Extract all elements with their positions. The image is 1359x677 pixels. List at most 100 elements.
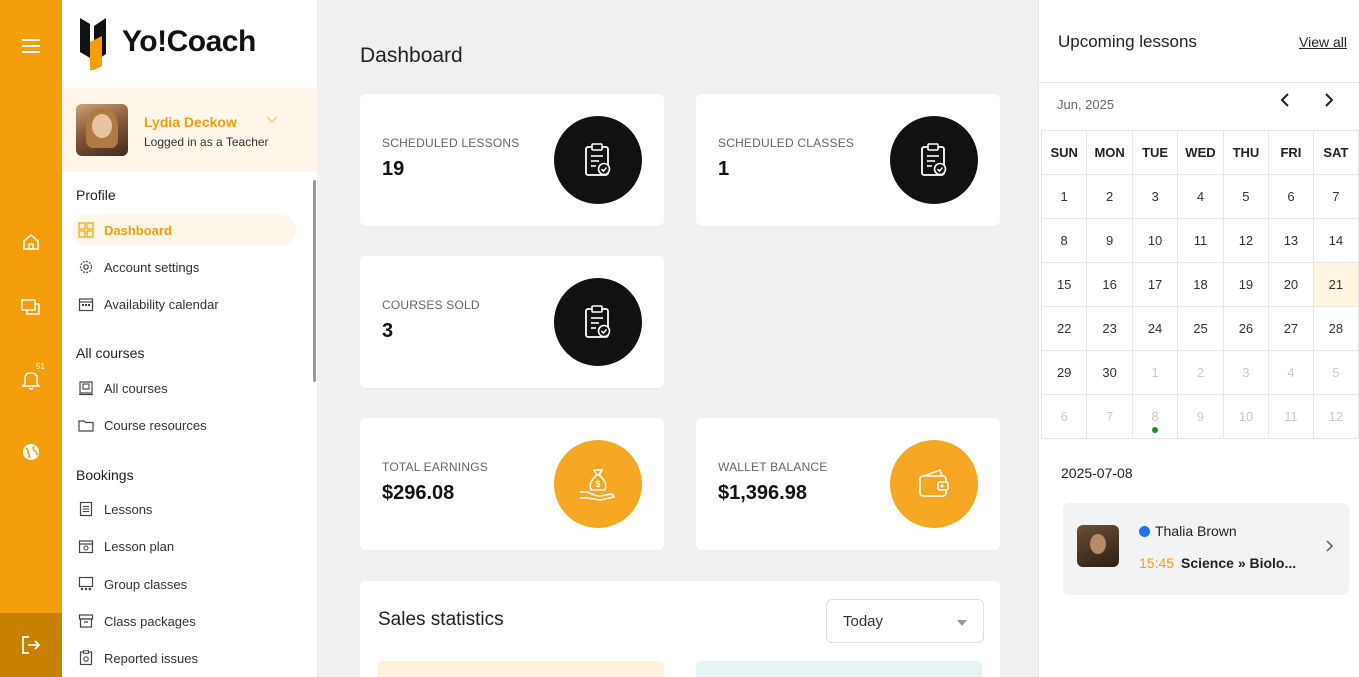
calendar-day[interactable]: 14 (1312, 218, 1359, 263)
weekday-header: FRI (1268, 130, 1314, 175)
sidebar-item-course-resources[interactable]: Course resources (72, 409, 296, 441)
sidebar-item-lessons[interactable]: Lessons (72, 493, 296, 525)
sidebar-item-label: Account settings (104, 259, 200, 275)
sidebar-scrollbar[interactable] (313, 180, 316, 382)
calendar-day[interactable]: 2 (1086, 174, 1133, 219)
clipboard-check-icon (554, 116, 642, 204)
calendar-day[interactable]: 7 (1312, 174, 1359, 219)
calendar-day[interactable]: 4 (1177, 174, 1224, 219)
calendar-day-next-month[interactable]: 3 (1222, 350, 1270, 395)
sidebar-item-lesson-plan[interactable]: Lesson plan (72, 530, 296, 562)
calendar-day[interactable]: 22 (1040, 306, 1088, 351)
calendar-day[interactable]: 5 (1222, 174, 1270, 219)
calendar-day[interactable]: 19 (1222, 262, 1270, 307)
clipboard-check-icon (890, 116, 978, 204)
calendar-day[interactable]: 29 (1040, 350, 1088, 395)
group-classes-icon (78, 576, 94, 592)
upcoming-lessons-title: Upcoming lessons (1058, 32, 1197, 51)
calendar-day[interactable]: 30 (1086, 350, 1133, 395)
stat-card-courses-sold[interactable]: COURSES SOLD 3 (360, 256, 664, 388)
chevron-down-icon[interactable] (266, 116, 278, 127)
calendar-day[interactable]: 3 (1131, 174, 1179, 219)
calendar-day[interactable]: 26 (1222, 306, 1270, 351)
chevron-right-icon[interactable] (1323, 92, 1335, 112)
sidebar-item-all-courses[interactable]: All courses (72, 372, 296, 404)
packages-icon (78, 613, 94, 629)
calendar-day[interactable]: 16 (1086, 262, 1133, 307)
calendar-day-next-month[interactable]: 2 (1177, 350, 1224, 395)
calendar-day[interactable]: 20 (1268, 262, 1314, 307)
messages-icon[interactable] (0, 290, 62, 326)
calendar-day-next-month[interactable]: 12 (1312, 394, 1359, 439)
calendar-day[interactable]: 18 (1177, 262, 1224, 307)
calendar-day[interactable]: 27 (1268, 306, 1314, 351)
calendar-day-today[interactable]: 21 (1312, 262, 1359, 307)
calendar-day[interactable]: 11 (1177, 218, 1224, 263)
calendar-day-next-month[interactable]: 5 (1312, 350, 1359, 395)
calendar-day[interactable]: 25 (1177, 306, 1224, 351)
divider (1039, 82, 1359, 83)
view-all-link[interactable]: View all (1299, 34, 1347, 50)
calendar-day[interactable]: 1 (1040, 174, 1088, 219)
sales-metric-panel (696, 661, 982, 677)
brand-logo[interactable]: Yo!Coach (76, 14, 256, 70)
logo-icon (80, 18, 106, 70)
weekday-header: SUN (1040, 130, 1088, 175)
home-icon[interactable] (0, 224, 62, 260)
sidebar-item-group-classes[interactable]: Group classes (72, 568, 296, 600)
caret-down-icon (957, 613, 967, 630)
menu-icon[interactable] (0, 28, 62, 64)
calendar-day-next-month[interactable]: 6 (1040, 394, 1088, 439)
clipboard-check-icon (554, 278, 642, 366)
svg-text:$: $ (595, 479, 600, 489)
dashboard-icon (78, 222, 94, 238)
calendar-day-next-month[interactable]: 10 (1222, 394, 1270, 439)
stat-label: COURSES SOLD (382, 298, 480, 312)
calendar-day-next-month[interactable]: 4 (1268, 350, 1314, 395)
calendar-day[interactable]: 10 (1131, 218, 1179, 263)
sidebar-item-label: Availability calendar (104, 296, 219, 312)
calendar-day[interactable]: 17 (1131, 262, 1179, 307)
chevron-right-icon[interactable] (1325, 539, 1333, 555)
sidebar-item-reported-issues[interactable]: Reported issues (72, 642, 296, 674)
calendar-day[interactable]: 9 (1086, 218, 1133, 263)
chevron-left-icon[interactable] (1279, 92, 1291, 112)
bell-icon[interactable]: 51 (0, 362, 62, 398)
sidebar-item-account-settings[interactable]: Account settings (72, 251, 296, 283)
section-title-bookings: Bookings (76, 467, 134, 483)
sidebar-item-availability-calendar[interactable]: Availability calendar (72, 288, 296, 320)
calendar-day-with-lesson[interactable]: 8 (1131, 394, 1179, 439)
sidebar-item-class-packages[interactable]: Class packages (72, 605, 296, 637)
calendar-day-next-month[interactable]: 11 (1268, 394, 1314, 439)
logout-button[interactable] (0, 613, 62, 677)
sidebar-item-label: Course resources (104, 417, 207, 433)
logout-icon (22, 636, 41, 654)
avatar (1077, 525, 1119, 567)
calendar-day[interactable]: 15 (1040, 262, 1088, 307)
globe-icon[interactable] (0, 434, 62, 470)
user-profile-card[interactable]: Lydia Deckow Logged in as a Teacher (62, 88, 317, 172)
calendar-day[interactable]: 12 (1222, 218, 1270, 263)
period-select[interactable]: Today (826, 599, 984, 643)
stat-card-scheduled-classes[interactable]: SCHEDULED CLASSES 1 (696, 94, 1000, 226)
calendar-day[interactable]: 8 (1040, 218, 1088, 263)
section-title-profile: Profile (76, 187, 116, 203)
stat-card-total-earnings[interactable]: TOTAL EARNINGS $296.08 $ (360, 418, 664, 550)
avatar (76, 104, 128, 156)
upcoming-lesson-card[interactable]: Thalia Brown 15:45 Science » Biolo... (1063, 503, 1349, 595)
sidebar-item-label: Lessons (104, 501, 153, 517)
calendar-day[interactable]: 28 (1312, 306, 1359, 351)
weekday-header: TUE (1131, 130, 1179, 175)
calendar-day-next-month[interactable]: 1 (1131, 350, 1179, 395)
stat-card-scheduled-lessons[interactable]: SCHEDULED LESSONS 19 (360, 94, 664, 226)
calendar-day[interactable]: 6 (1268, 174, 1314, 219)
sidebar-item-dashboard[interactable]: Dashboard (72, 214, 296, 246)
weekday-header: WED (1177, 130, 1224, 175)
calendar-day-next-month[interactable]: 7 (1086, 394, 1133, 439)
calendar-day[interactable]: 23 (1086, 306, 1133, 351)
sidebar-item-label: Reported issues (104, 650, 198, 666)
calendar-day-next-month[interactable]: 9 (1177, 394, 1224, 439)
calendar-day[interactable]: 24 (1131, 306, 1179, 351)
calendar-day[interactable]: 13 (1268, 218, 1314, 263)
stat-card-wallet-balance[interactable]: WALLET BALANCE $1,396.98 (696, 418, 1000, 550)
